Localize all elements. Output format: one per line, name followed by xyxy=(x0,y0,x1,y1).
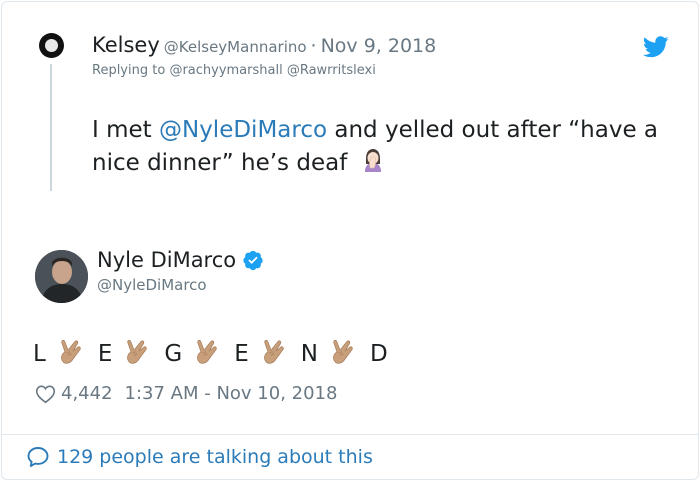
tweet-timestamp-link[interactable]: 1:37 AM - Nov 10, 2018 xyxy=(125,383,338,404)
love-you-gesture-icon xyxy=(333,339,353,364)
love-you-gesture-icon xyxy=(263,339,284,364)
letter-e: E xyxy=(234,341,249,367)
letter-d: D xyxy=(369,341,388,367)
parent-tweet-text: I met @NyleDiMarco and yelled out after … xyxy=(92,114,682,180)
parent-date-link[interactable]: Nov 9, 2018 xyxy=(321,35,437,57)
reply-mentions-link[interactable]: @rachyymarshall @Rawrritslexi xyxy=(169,63,375,78)
thread-connector-line xyxy=(50,64,52,191)
mention-nyledimarco-link[interactable]: @NyleDiMarco xyxy=(159,117,327,143)
twitter-bird-icon[interactable] xyxy=(643,36,669,58)
love-you-gesture-icon xyxy=(197,339,217,364)
footer-divider xyxy=(2,434,698,435)
replying-prefix: Replying to xyxy=(92,63,166,78)
nyle-avatar[interactable] xyxy=(35,250,88,303)
tweet-meta-row: 4,442 1:37 AM - Nov 10, 2018 xyxy=(35,383,337,404)
talking-about-text: 129 people are talking about this xyxy=(57,446,373,468)
woman-facepalming-icon xyxy=(364,149,381,172)
reply-author-row: Nyle DiMarco xyxy=(97,248,264,272)
love-you-gesture-icon xyxy=(60,339,81,364)
tweet-embed-card: Kelsey @KelseyMannarino · Nov 9, 2018 Reply… xyxy=(1,1,699,480)
letter-n: N xyxy=(300,341,318,367)
reply-author-handle[interactable]: @NyleDiMarco xyxy=(97,276,207,294)
verified-badge-icon xyxy=(243,250,263,271)
replying-to-line: Replying to @rachyymarshall @Rawrritslex… xyxy=(92,63,376,78)
reply-tweet-text: L E G E N D xyxy=(33,336,398,372)
kelsey-avatar[interactable] xyxy=(39,33,64,58)
parent-separator: · xyxy=(310,35,317,57)
talking-about-link[interactable]: 129 people are talking about this xyxy=(26,445,373,469)
parent-text-before: I met xyxy=(92,117,159,143)
love-you-gesture-icon xyxy=(127,339,148,364)
letter-g: G xyxy=(164,341,183,367)
heart-icon[interactable] xyxy=(35,384,56,404)
reply-author-name[interactable]: Nyle DiMarco xyxy=(97,248,236,272)
letter-l: L xyxy=(33,341,46,367)
parent-author-name[interactable]: Kelsey xyxy=(92,33,160,57)
parent-author-handle[interactable]: @KelseyMannarino xyxy=(164,38,307,56)
speech-bubble-icon xyxy=(27,447,49,467)
like-count[interactable]: 4,442 xyxy=(61,383,113,404)
parent-author-row: Kelsey @KelseyMannarino · Nov 9, 2018 xyxy=(92,33,436,57)
letter-e: E xyxy=(97,341,113,367)
